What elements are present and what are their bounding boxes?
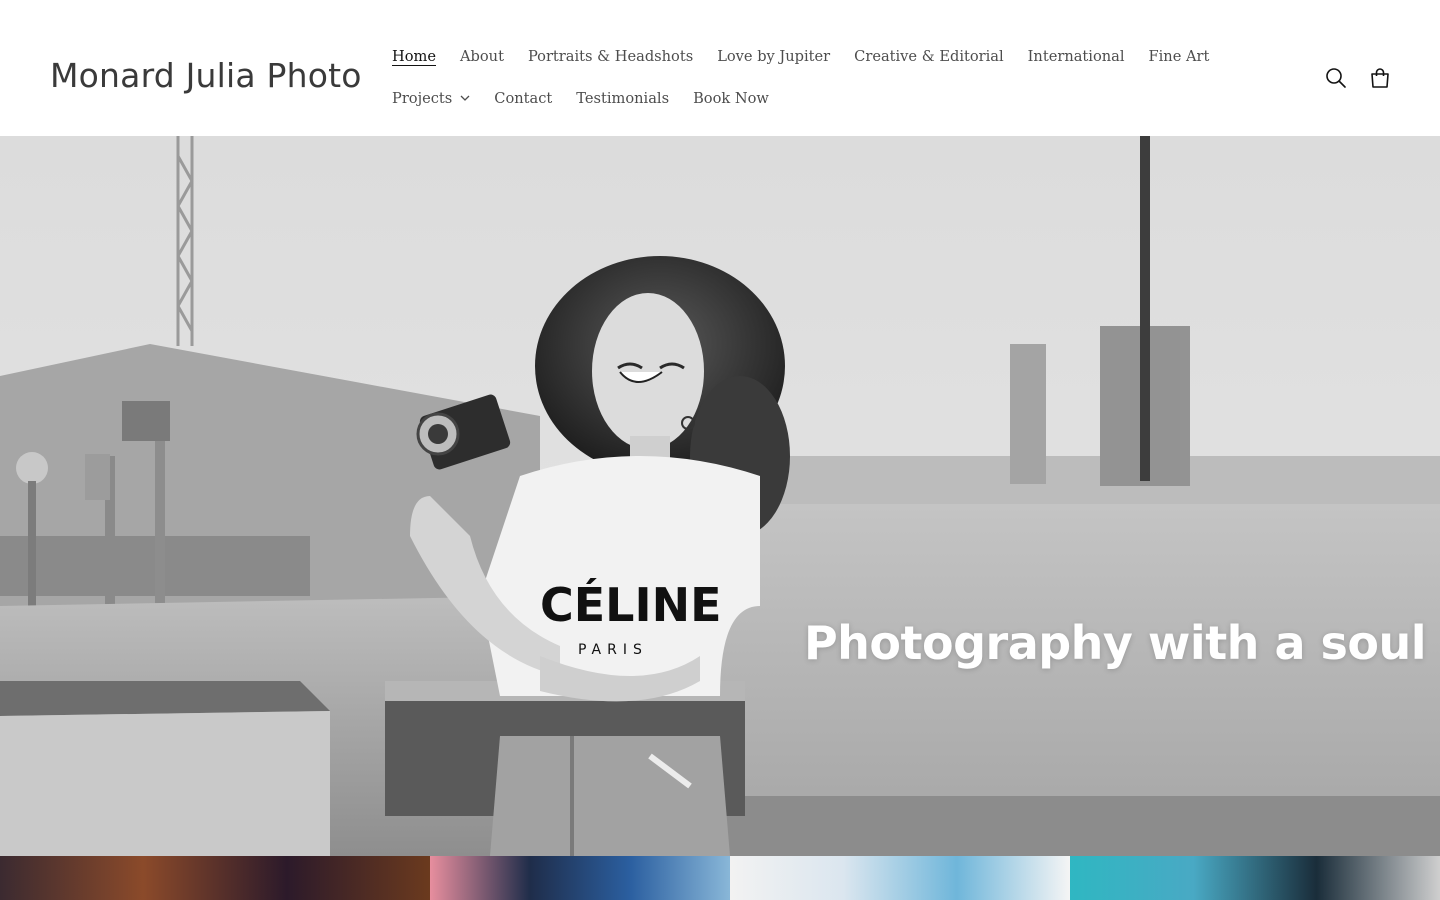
search-button[interactable] <box>1320 62 1352 94</box>
nav-projects-dropdown[interactable]: Projects <box>380 78 482 120</box>
nav-international-label: International <box>1027 48 1125 65</box>
main-nav: Home About Portraits & Headshots Love by… <box>380 36 1260 120</box>
gallery-tile-teal[interactable] <box>1070 856 1440 900</box>
nav-fine-art[interactable]: Fine Art <box>1137 36 1222 78</box>
nav-fine-art-label: Fine Art <box>1148 48 1210 65</box>
hero-image: CÉLINE PARIS <box>0 136 1440 856</box>
hero-banner: CÉLINE PARIS Photography with a soul <box>0 136 1440 856</box>
nav-love-label: Love by Jupiter <box>717 48 831 65</box>
nav-home[interactable]: Home <box>380 36 448 78</box>
nav-testimonials-label: Testimonials <box>576 90 670 107</box>
site-header: Monard Julia Photo Home About Portraits … <box>0 0 1440 136</box>
nav-creative-editorial[interactable]: Creative & Editorial <box>842 36 1016 78</box>
gallery-tile-ink[interactable] <box>430 856 730 900</box>
nav-book-now-label: Book Now <box>693 90 769 107</box>
nav-contact[interactable]: Contact <box>482 78 564 120</box>
search-icon <box>1326 68 1346 88</box>
site-logo[interactable]: Monard Julia Photo <box>50 56 362 95</box>
shirt-print: CÉLINE <box>540 578 722 632</box>
nav-book-now[interactable]: Book Now <box>681 78 781 120</box>
nav-testimonials[interactable]: Testimonials <box>564 78 681 120</box>
nav-love-by-jupiter[interactable]: Love by Jupiter <box>705 36 842 78</box>
nav-contact-label: Contact <box>494 90 553 107</box>
gallery-tile-cosmic[interactable] <box>0 856 430 900</box>
hero-heading: Photography with a soul <box>803 616 1427 670</box>
nav-about-label: About <box>460 48 504 65</box>
nav-international[interactable]: International <box>1016 36 1137 78</box>
gallery-preview-strip <box>0 856 1440 900</box>
nav-projects-label: Projects <box>392 90 453 107</box>
gallery-tile-splash[interactable] <box>730 856 1070 900</box>
nav-portraits-headshots[interactable]: Portraits & Headshots <box>516 36 705 78</box>
nav-about[interactable]: About <box>448 36 516 78</box>
nav-creative-label: Creative & Editorial <box>854 48 1004 65</box>
cart-button[interactable] <box>1364 62 1396 94</box>
nav-portraits-label: Portraits & Headshots <box>527 48 694 65</box>
shirt-subprint: PARIS <box>578 642 648 658</box>
nav-home-label: Home <box>392 48 436 65</box>
cart-icon <box>1371 68 1389 88</box>
chevron-down-icon <box>460 95 470 101</box>
